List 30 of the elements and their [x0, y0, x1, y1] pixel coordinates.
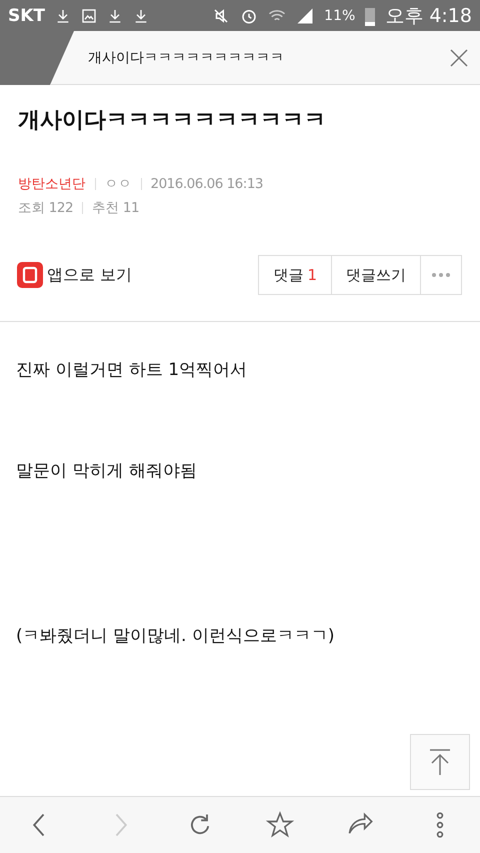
- battery-icon: [365, 6, 376, 26]
- author-nickname: ㅇㅇ: [104, 175, 132, 193]
- browser-tab[interactable]: 개사이다ㅋㅋㅋㅋㅋㅋㅋㅋㅋㅋ: [50, 31, 480, 85]
- tab-title: 개사이다ㅋㅋㅋㅋㅋㅋㅋㅋㅋㅋ: [88, 48, 285, 66]
- close-icon[interactable]: [450, 48, 468, 66]
- body-paragraph: 진짜 이럴거면 하트 1억찍어서: [16, 359, 248, 381]
- star-icon: [266, 811, 294, 839]
- scroll-top-icon: [428, 748, 452, 776]
- more-icon: [431, 272, 451, 278]
- mute-icon: [212, 7, 230, 25]
- post-title: 개사이다ㅋㅋㅋㅋㅋㅋㅋㅋㅋㅋ: [18, 107, 327, 135]
- signal-icon: [296, 7, 314, 25]
- alarm-icon: [240, 7, 258, 25]
- app-logo-icon: [17, 262, 43, 288]
- menu-icon: [436, 812, 444, 838]
- image-icon: [81, 8, 98, 24]
- open-in-app-link[interactable]: 앱으로 보기: [17, 262, 132, 288]
- body-paragraph: (ㅋ봐줬더니 말이많네. 이런식으로ㅋㅋㄱ): [16, 625, 336, 647]
- battery-percent: 11%: [324, 8, 356, 24]
- download-icon: [133, 8, 150, 24]
- download-icon: [55, 8, 72, 24]
- download-icon: [107, 8, 124, 24]
- view-count: 조회 122: [18, 199, 74, 217]
- scroll-top-button[interactable]: [410, 734, 470, 790]
- post-date: 2016.06.06 16:13: [150, 176, 263, 192]
- body-paragraph: 말문이 막히게 해줘야됨: [16, 460, 198, 482]
- post-author[interactable]: 방탄소년단: [18, 175, 86, 193]
- like-count: 추천 11: [92, 199, 140, 217]
- carrier-name: SKT: [8, 6, 46, 26]
- clock-time: 오후 4:18: [385, 4, 472, 29]
